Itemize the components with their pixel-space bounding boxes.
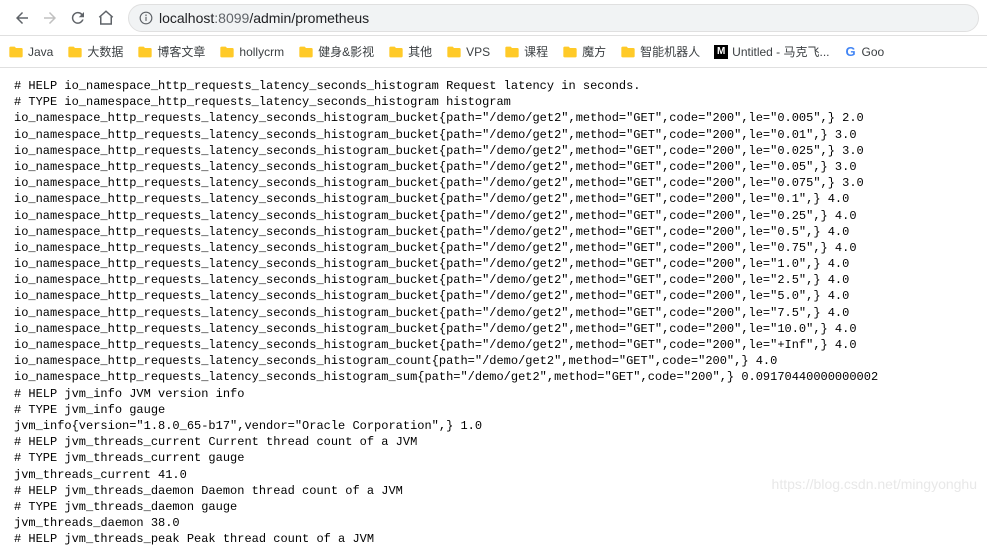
site-icon: M <box>714 45 728 59</box>
folder-icon <box>562 44 578 60</box>
bookmark-item[interactable]: M Untitled - 马克飞... <box>714 43 829 60</box>
bookmark-label: 其他 <box>408 43 432 60</box>
bookmark-label: hollycrm <box>239 45 284 59</box>
bookmark-label: Untitled - 马克飞... <box>732 43 829 60</box>
folder-icon <box>137 44 153 60</box>
bookmark-item[interactable]: VPS <box>446 44 490 60</box>
bookmark-label: 魔方 <box>582 43 606 60</box>
bookmark-item[interactable]: Java <box>8 44 53 60</box>
reload-icon <box>69 9 87 27</box>
url-path: /admin/prometheus <box>249 10 369 26</box>
info-icon <box>139 11 153 25</box>
bookmarks-bar: Java 大数据 博客文章 hollycrm 健身&影视 其他 VPS 课程 魔方 智能机器人 MU… <box>0 36 987 68</box>
bookmark-item[interactable]: hollycrm <box>219 44 284 60</box>
url-port: :8099 <box>214 10 249 26</box>
url-host: localhost <box>159 10 214 26</box>
bookmark-label: 博客文章 <box>157 43 205 60</box>
bookmark-label: 大数据 <box>87 43 123 60</box>
browser-toolbar: localhost:8099/admin/prometheus <box>0 0 987 36</box>
bookmark-item[interactable]: 魔方 <box>562 43 606 60</box>
bookmark-item[interactable]: 博客文章 <box>137 43 205 60</box>
bookmark-label: 健身&影视 <box>318 43 374 60</box>
bookmark-item[interactable]: 智能机器人 <box>620 43 700 60</box>
folder-icon <box>388 44 404 60</box>
bookmark-item[interactable]: 其他 <box>388 43 432 60</box>
back-button[interactable] <box>8 4 36 32</box>
forward-button[interactable] <box>36 4 64 32</box>
address-bar[interactable]: localhost:8099/admin/prometheus <box>128 4 979 32</box>
bookmark-label: 课程 <box>524 43 548 60</box>
home-icon <box>97 9 115 27</box>
bookmark-item[interactable]: G Goo <box>844 45 885 59</box>
folder-icon <box>446 44 462 60</box>
folder-icon <box>67 44 83 60</box>
bookmark-label: 智能机器人 <box>640 43 700 60</box>
bookmark-item[interactable]: 课程 <box>504 43 548 60</box>
home-button[interactable] <box>92 4 120 32</box>
reload-button[interactable] <box>64 4 92 32</box>
google-icon: G <box>844 45 858 59</box>
arrow-right-icon <box>41 9 59 27</box>
folder-icon <box>298 44 314 60</box>
bookmark-label: VPS <box>466 45 490 59</box>
bookmark-item[interactable]: 健身&影视 <box>298 43 374 60</box>
bookmark-label: Java <box>28 45 53 59</box>
bookmark-item[interactable]: 大数据 <box>67 43 123 60</box>
folder-icon <box>8 44 24 60</box>
folder-icon <box>219 44 235 60</box>
arrow-left-icon <box>13 9 31 27</box>
page-content: # HELP io_namespace_http_requests_latenc… <box>0 68 987 557</box>
folder-icon <box>504 44 520 60</box>
bookmark-label: Goo <box>862 45 885 59</box>
folder-icon <box>620 44 636 60</box>
